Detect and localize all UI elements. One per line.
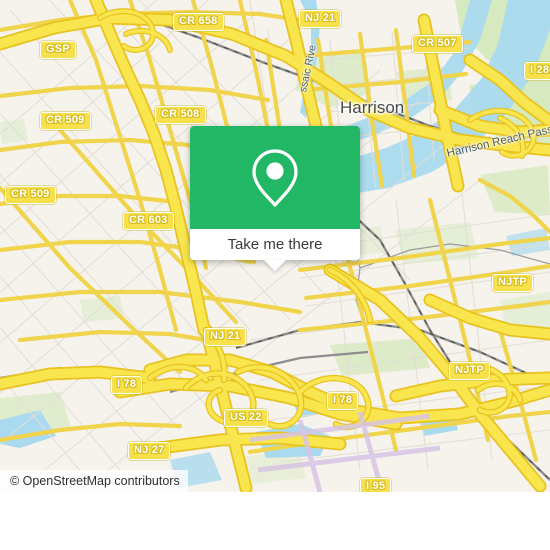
route-shield-i-78-a[interactable]: I 78 — [111, 376, 143, 394]
route-shield-i-78-b[interactable]: I 78 — [327, 392, 359, 410]
map-attribution[interactable]: © OpenStreetMap contributors — [0, 470, 188, 492]
route-shield-us-22[interactable]: US 22 — [224, 409, 268, 427]
route-shield-cr-509-b[interactable]: CR 509 — [5, 186, 56, 204]
route-shield-cr-507[interactable]: CR 507 — [412, 35, 463, 53]
route-shield-gsp[interactable]: GSP — [40, 41, 76, 59]
place-label-harrison: Harrison — [340, 98, 405, 117]
route-shield-cr-658[interactable]: CR 658 — [173, 13, 224, 31]
take-me-there-label: Take me there — [227, 236, 323, 253]
footer-bar: Railroad Ave Chestnut St, Newark, NJ 071… — [0, 492, 550, 550]
route-shield-i-95[interactable]: I 95 — [360, 478, 392, 492]
route-shield-nj-27[interactable]: NJ 27 — [128, 442, 171, 460]
location-popup-card[interactable]: Take me there — [190, 126, 360, 271]
map-screen: Harrison Harrison Reach Passaic R ssaic … — [0, 0, 550, 550]
route-shield-njtp-b[interactable]: NJTP — [449, 362, 490, 380]
route-shield-njtp-a[interactable]: NJTP — [492, 274, 533, 292]
route-shield-nj-21-b[interactable]: NJ 21 — [204, 328, 247, 346]
take-me-there-button[interactable]: Take me there — [190, 229, 360, 260]
route-shield-cr-603[interactable]: CR 603 — [123, 212, 174, 230]
popup-pointer — [264, 260, 286, 271]
route-shield-nj-21-a[interactable]: NJ 21 — [299, 10, 342, 28]
route-shield-i-280[interactable]: I 280 — [524, 62, 550, 80]
map-pin-icon — [252, 148, 298, 207]
route-shield-cr-508[interactable]: CR 508 — [155, 106, 206, 124]
route-shield-cr-509-a[interactable]: CR 509 — [40, 112, 91, 130]
map-canvas[interactable]: Harrison Harrison Reach Passaic R ssaic … — [0, 0, 550, 492]
popup-header — [190, 126, 360, 229]
